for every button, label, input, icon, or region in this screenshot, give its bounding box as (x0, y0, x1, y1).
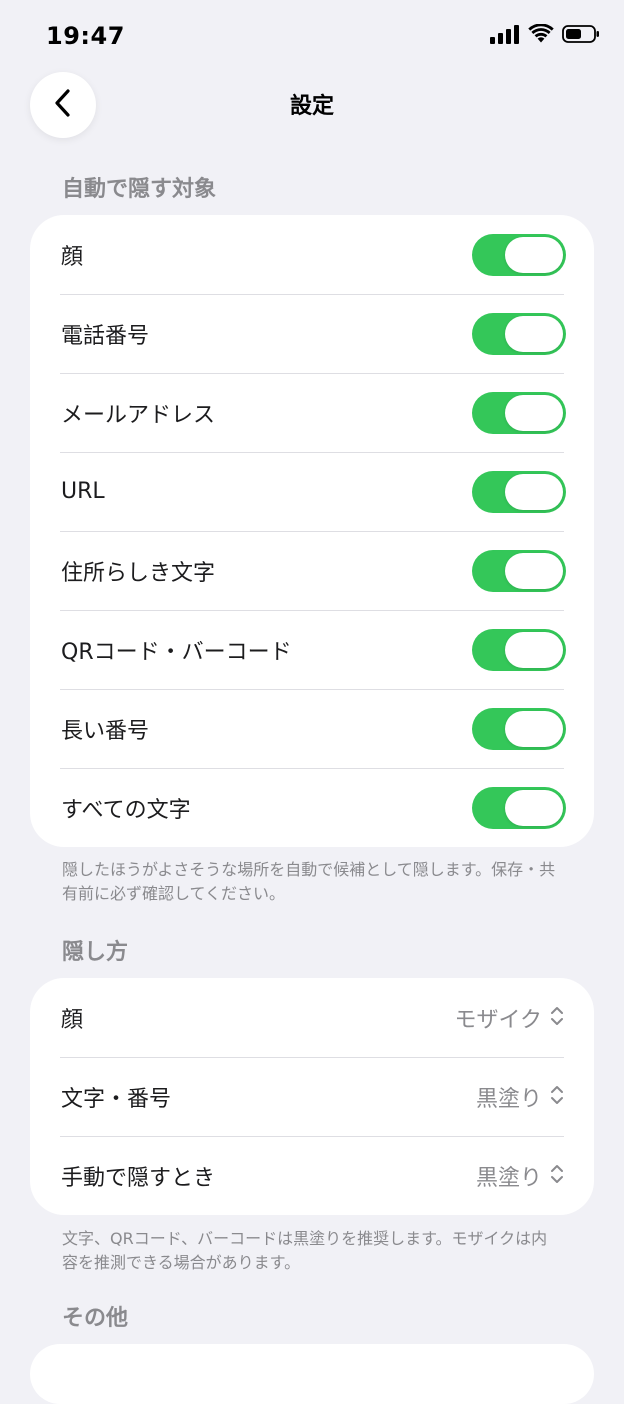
setting-row-qr-barcode: QRコード・バーコード (30, 610, 594, 689)
setting-row-long-number: 長い番号 (30, 689, 594, 768)
setting-label: 住所らしき文字 (61, 560, 216, 586)
select-value: 黒塗り (475, 1086, 542, 1112)
cellular-signal-icon (490, 24, 520, 48)
setting-label: 電話番号 (61, 323, 150, 349)
page-title: 設定 (289, 94, 334, 119)
hide-method-card: 顔 モザイク 文字・番号 黒塗り 手動で隠すとき 黒塗り (30, 978, 594, 1215)
toggle-knob (505, 394, 563, 431)
address-toggle[interactable] (472, 549, 566, 592)
face-toggle[interactable] (472, 233, 566, 276)
section-header-auto-hide: 自動で隠す対象 (62, 177, 217, 202)
toggle-knob (505, 789, 563, 826)
setting-row-email: メールアドレス (30, 373, 594, 452)
all-text-toggle[interactable] (472, 786, 566, 829)
setting-row-manual-method: 手動で隠すとき 黒塗り (30, 1136, 594, 1215)
setting-row-url: URL (30, 452, 594, 531)
setting-label: URL (61, 479, 105, 504)
setting-label: 長い番号 (61, 718, 150, 744)
setting-label: 文字・番号 (61, 1086, 172, 1112)
setting-label: 手動で隠すとき (61, 1165, 216, 1191)
text-number-method-select[interactable]: 黒塗り (476, 1081, 564, 1113)
section-header-other: その他 (62, 1306, 129, 1331)
long-number-toggle[interactable] (472, 707, 566, 750)
toggle-knob (505, 710, 563, 747)
setting-row-face-method: 顔 モザイク (30, 978, 594, 1057)
qr-barcode-toggle[interactable] (472, 628, 566, 671)
setting-row-all-text: すべての文字 (30, 768, 594, 847)
setting-label: QRコード・バーコード (61, 639, 292, 665)
other-card (30, 1344, 594, 1404)
setting-row-face: 顔 (30, 215, 594, 294)
toggle-knob (505, 236, 563, 273)
face-method-select[interactable]: モザイク (454, 1002, 564, 1034)
phone-number-toggle[interactable] (472, 312, 566, 355)
setting-label: メールアドレス (61, 402, 216, 428)
chevron-up-down-icon (550, 1084, 564, 1110)
hide-method-footnote: 文字、QRコード、バーコードは黒塗りを推奨します。モザイクは内容を推測できる場合… (62, 1229, 548, 1272)
toggle-knob (505, 315, 563, 352)
select-value: 黒塗り (475, 1165, 542, 1191)
toggle-knob (505, 552, 563, 589)
select-value: モザイク (454, 1007, 542, 1033)
auto-hide-card: 顔 電話番号 メールアドレス URL 住所らしき文字 QRコード・バーコード 長… (30, 215, 594, 847)
setting-label: 顔 (61, 1007, 84, 1033)
setting-label: 顔 (61, 244, 84, 270)
chevron-up-down-icon (550, 1163, 564, 1189)
chevron-up-down-icon (550, 1005, 564, 1031)
status-time: 19:47 (46, 22, 125, 50)
auto-hide-footnote: 隠したほうがよさそうな場所を自動で候補として隠します。保存・共有前に必ず確認して… (62, 860, 556, 903)
status-icons (490, 23, 600, 48)
url-toggle[interactable] (472, 470, 566, 513)
toggle-knob (505, 631, 563, 668)
status-bar: 19:47 (0, 0, 624, 72)
battery-icon (562, 24, 600, 48)
setting-row-address: 住所らしき文字 (30, 531, 594, 610)
setting-row-text-number-method: 文字・番号 黒塗り (30, 1057, 594, 1136)
email-toggle[interactable] (472, 391, 566, 434)
section-header-hide-method: 隠し方 (62, 940, 129, 965)
setting-label: すべての文字 (61, 797, 191, 823)
toggle-knob (505, 473, 563, 510)
manual-method-select[interactable]: 黒塗り (476, 1160, 564, 1192)
wifi-icon (528, 23, 554, 48)
setting-row-phone-number: 電話番号 (30, 294, 594, 373)
